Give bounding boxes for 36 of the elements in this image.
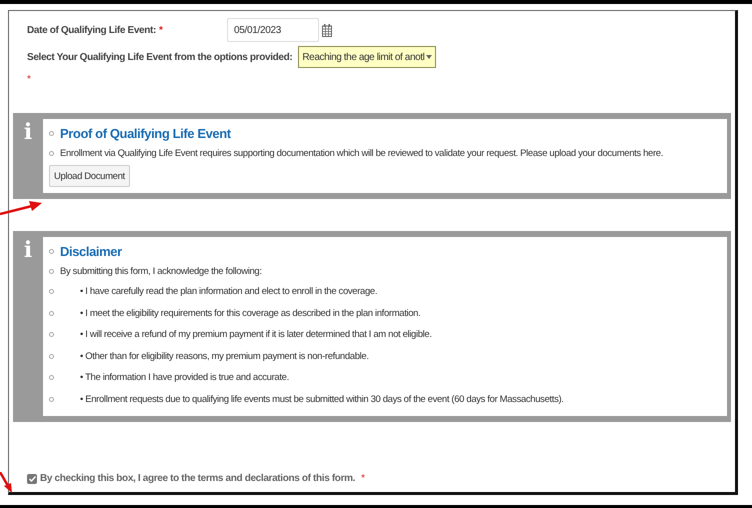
annotation-arrow (0, 472, 14, 494)
date-field[interactable]: 05/01/2023 (227, 18, 319, 42)
agreement-label: By checking this box, I agree to the terms and declarations of this form. (40, 473, 356, 484)
panel-title: Disclaimer (60, 244, 122, 258)
bullet-icon (49, 248, 54, 254)
upload-button[interactable]: Upload Document (49, 165, 130, 187)
panel-text: • Other than for eligibility reasons, my premium payment is non-refundable. (80, 350, 369, 362)
required-mark: * (158, 24, 163, 36)
field-label: Date of Qualifying Life Event: * (27, 24, 164, 36)
panel-text: • Enrollment requests due to qualifying life events must be submitted within 30 days of the event (60 days for Massachusetts). (80, 394, 564, 405)
field-label: Select Your Qualifying Life Event from the options provided: (27, 52, 292, 62)
bullet-icon (49, 130, 54, 136)
panel-text: By submitting this form, I acknowledge the following: (60, 266, 262, 276)
panel-text: • I meet the eligibility requirements for this coverage as described in the plan information. (80, 308, 420, 319)
panel-text: • I will receive a refund of my premium payment if it is later determined that I am not eligible. (80, 329, 432, 340)
event-select[interactable]: Reaching the age limit of anotl (298, 46, 436, 68)
calendar-icon[interactable] (322, 24, 332, 36)
required-mark: * (361, 473, 365, 484)
bullet-icon (49, 150, 54, 156)
bullet-icon (49, 310, 54, 316)
required-mark: * (27, 74, 31, 85)
bullet-icon (49, 396, 54, 402)
bullet-icon (49, 354, 54, 359)
info-icon: i (24, 237, 32, 416)
bullet-icon (49, 332, 54, 338)
info-icon: i (24, 119, 32, 193)
agreement-checkbox[interactable] (27, 474, 37, 484)
bullet-icon (49, 268, 54, 274)
panel-text: Enrollment via Qualifying Life Event requires supporting documentation which will be reviewed to validate your request. Please upload your documents here. (60, 148, 664, 158)
annotation-arrow (0, 199, 44, 217)
panel-title: Proof of Qualifying Life Event (60, 126, 231, 140)
bullet-icon (49, 375, 54, 380)
panel-text: • The information I have provided is true and accurate. (80, 372, 289, 384)
panel-text: • I have carefully read the plan information and elect to enroll in the coverage. (80, 286, 378, 298)
bullet-icon (49, 289, 54, 294)
caret-icon (426, 55, 432, 59)
